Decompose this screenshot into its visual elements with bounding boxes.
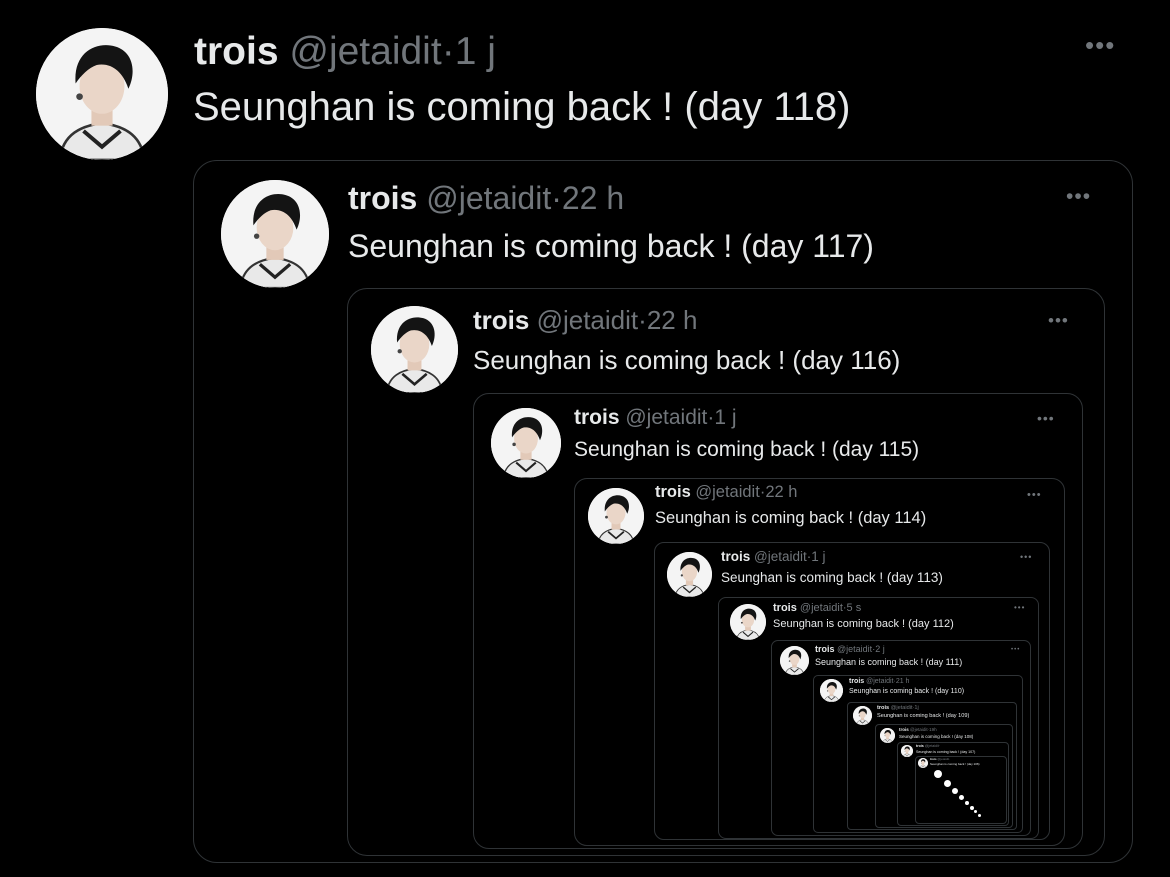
user-handle[interactable]: @jetaidit [537,305,639,335]
avatar[interactable] [371,306,458,393]
avatar[interactable] [491,408,561,478]
timestamp[interactable]: 22 h [647,305,698,335]
more-options-icon[interactable]: ••• [1011,647,1020,653]
tweet-meta: trois @jetaidit·19h [899,727,937,732]
tweet-text: Seunghan is coming back ! (day 109) [877,713,970,719]
timestamp[interactable]: 19h [929,727,937,732]
avatar [974,810,977,813]
tweet-text: Seunghan is coming back ! (day 107) [916,750,976,754]
user-handle[interactable]: @jetaidit [695,483,759,501]
user-handle[interactable]: @jetaidit [937,757,949,761]
avatar [970,806,974,810]
display-name[interactable]: trois [916,744,924,748]
more-options-icon[interactable]: ••• [1066,186,1091,207]
avatar [978,814,981,817]
tweet-text: Seunghan is coming back ! (day 108) [899,734,974,739]
more-options-icon[interactable]: ••• [1020,553,1032,562]
more-options-icon[interactable]: ••• [1037,411,1055,425]
tweet-text: Seunghan is coming back ! (day 118) [193,85,851,129]
avatar [952,788,958,794]
tweet-meta: trois @jetaidit·5 s [773,602,861,614]
user-handle[interactable]: @jetaidit [800,602,843,614]
timestamp[interactable]: 21 h [896,678,910,685]
user-handle[interactable]: @jetaidit [625,406,707,429]
user-handle[interactable]: @jetaidit [754,549,807,564]
avatar[interactable] [667,552,712,597]
tweet-meta: trois @jetaidit·22 h [655,483,797,502]
avatar[interactable] [780,646,809,675]
separator-dot: · [638,305,647,335]
timestamp[interactable]: 1 j [811,549,825,564]
avatar[interactable] [880,728,895,743]
display-name[interactable]: trois [815,644,835,654]
timestamp[interactable]: 1 j [714,406,736,429]
tweet-text: Seunghan is coming back ! (day 112) [773,618,954,630]
display-name[interactable]: trois [348,180,417,216]
display-name[interactable]: trois [721,549,750,564]
tweet-meta: trois @jetaidit· [916,744,940,748]
tweet-meta: trois @jetaidit·22 h [473,305,697,336]
user-handle[interactable]: @jetaidit [837,644,872,654]
quoted-tweet-card[interactable] [915,756,1007,824]
tweet-text: Seunghan is coming back ! (day 113) [721,570,943,585]
separator-dot: · [551,180,562,216]
tweet-text: Seunghan is coming back ! (day 111) [815,657,963,667]
more-options-icon[interactable]: ••• [1085,32,1115,58]
avatar[interactable] [221,180,329,288]
avatar[interactable] [820,679,843,702]
tweet-meta: trois @jetaidit·1j [877,705,919,711]
display-name[interactable]: trois [930,757,937,761]
user-handle[interactable]: @jetaidit [925,744,939,748]
user-handle[interactable]: @jetaidit [866,678,893,685]
avatar [959,795,964,800]
display-name[interactable]: trois [899,727,909,732]
avatar[interactable] [918,758,928,768]
tweet-text: Seunghan is coming back ! (day 110) [849,688,965,695]
user-handle[interactable]: @jetaidit [289,30,441,73]
tweet-meta: trois @jetaidit·1 j [194,30,496,74]
separator-dot: · [938,744,941,748]
tweet-text: Seunghan is coming back ! (day 114) [655,509,927,527]
avatar[interactable] [901,745,913,757]
display-name[interactable]: trois [194,30,279,73]
user-handle[interactable]: @jetaidit [426,180,551,216]
more-options-icon[interactable]: ••• [1048,312,1069,329]
timestamp[interactable]: 5 s [847,602,862,614]
display-name[interactable]: trois [877,705,889,711]
tweet-meta: trois @jetaidit·1 j [574,406,737,430]
separator-dot: · [949,757,951,761]
more-options-icon[interactable]: ••• [1014,604,1025,612]
tweet-text: Seunghan is coming back ! (day 106) [930,762,980,766]
timestamp[interactable]: 1j [914,705,918,711]
avatar[interactable] [853,706,872,725]
timestamp[interactable]: 22 h [765,483,797,501]
tweet-meta: trois @jetaidit·2 j [815,644,885,654]
tweet-meta: trois @jetaidit·22 h [348,180,624,217]
avatar [944,780,951,787]
separator-dot: · [441,30,455,73]
timestamp[interactable]: 2 j [875,644,885,654]
user-handle[interactable]: @jetaidit [891,705,913,711]
user-handle[interactable]: @jetaidit [910,727,928,732]
tweet-meta: trois @jetaidit·1 j [721,549,826,564]
display-name[interactable]: trois [473,305,529,335]
avatar [934,770,942,778]
tweet-meta: trois @jetaidit·21 h [849,678,909,685]
avatar[interactable] [730,604,766,640]
avatar[interactable] [588,488,644,544]
display-name[interactable]: trois [849,678,864,685]
display-name[interactable]: trois [574,406,620,429]
tweet-meta: trois @jetaidit· [930,757,950,761]
display-name[interactable]: trois [773,602,797,614]
more-options-icon[interactable]: ••• [1027,490,1042,501]
avatar[interactable] [36,28,168,160]
display-name[interactable]: trois [655,483,691,501]
timestamp[interactable]: 1 j [455,30,496,73]
tweet-text: Seunghan is coming back ! (day 117) [348,228,874,264]
avatar [965,801,969,805]
timestamp[interactable]: 22 h [562,180,624,216]
tweet-text: Seunghan is coming back ! (day 115) [574,438,920,461]
tweet-text: Seunghan is coming back ! (day 116) [473,345,901,375]
